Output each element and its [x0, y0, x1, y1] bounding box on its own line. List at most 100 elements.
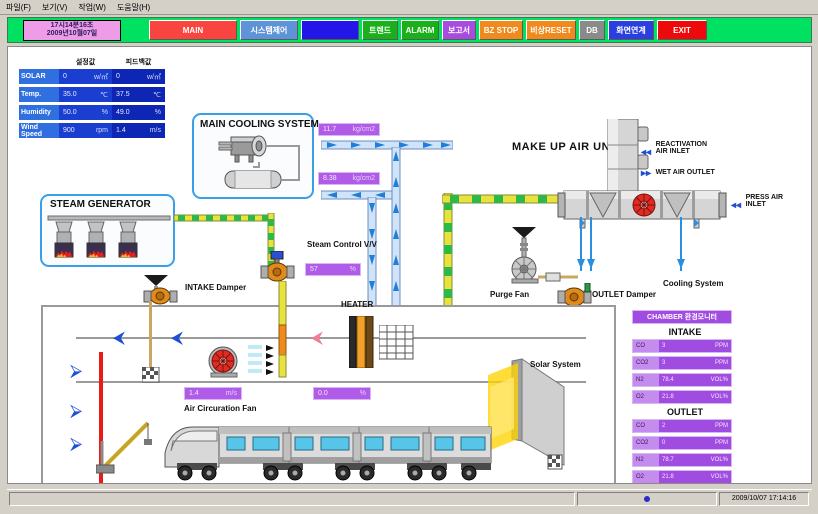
cooling-pressure-low-box[interactable]: 8.38 kg/cm2 [318, 172, 380, 185]
cooling-downcomer-b [367, 197, 377, 307]
list-item[interactable]: O2 21.8 VOL% [632, 470, 732, 483]
chevron-right-icon: ▸▸ [641, 168, 652, 179]
value: 78.4 [662, 377, 674, 383]
solar-system-label: Solar System [530, 360, 581, 369]
gas-name: N2 [636, 377, 644, 383]
air-circulation-fan-box[interactable]: 1.4 m/s [184, 387, 242, 400]
steam-generator-graphic [47, 215, 171, 258]
chevron-left-icon: ◂◂ [641, 147, 652, 158]
sensor-col-name [19, 57, 59, 67]
toolbar-button-system-ctrl[interactable]: 시스템제어 [240, 20, 298, 40]
steam-injector-pipe [278, 281, 287, 378]
toolbar-button-bz-stop[interactable]: BZ STOP [479, 20, 523, 40]
gas-reading: 21.8 VOL% [659, 471, 731, 483]
steam-pipe-horizontal [174, 214, 274, 222]
toolbar-button-db[interactable]: DB [579, 20, 605, 40]
steam-control-valve-icon[interactable] [259, 251, 299, 285]
cooling-downcomer-a [391, 147, 401, 307]
value: 0.0 [318, 390, 328, 397]
sensor-table-header: 설정값 피드백값 [19, 57, 165, 67]
sensor-set-temp[interactable]: 35.0 ℃ [59, 87, 112, 102]
list-item[interactable]: N2 78.4 VOL% [632, 373, 732, 387]
chamber-section-outlet-title: OUTLET [667, 407, 703, 417]
sensor-label-solar: SOLAR [19, 69, 59, 84]
chevron-left-icon: ◂◂ [731, 200, 742, 211]
cooling-system-label: Cooling System [663, 279, 724, 288]
purge-fan-label: Purge Fan [490, 290, 530, 299]
sensor-set-solar[interactable]: 0 w/㎡ [59, 69, 112, 84]
gas-reading: 0 PPM [659, 437, 731, 449]
sensor-fb-temp: 37.5 ℃ [112, 87, 165, 102]
list-item[interactable]: CO2 3 PPM [632, 356, 732, 370]
wet-air-outlet-row: ▸▸ WET AIR OUTLET [641, 168, 715, 179]
cooling-pressure-high-box[interactable]: 11.7 kg/cm2 [318, 123, 380, 136]
table-row: Wind Speed 900 rpm 1.4 m/s [19, 123, 165, 138]
sensor-set-humidity[interactable]: 50.0 % [59, 105, 112, 120]
air-circulation-fan-icon[interactable] [203, 343, 245, 379]
status-timestamp: 2009/10/07 17:14:16 [719, 491, 809, 506]
list-item[interactable]: N2 78.7 VOL% [632, 453, 732, 467]
unit: PPM [714, 360, 728, 366]
press-air-inlet-label: PRESS AIR INLET [745, 194, 784, 208]
toolbar-button-exit[interactable]: EXIT [657, 20, 707, 40]
gas-reading: 2 PPM [659, 420, 731, 432]
toolbar-button-report[interactable]: 보고서 [442, 20, 476, 40]
value: 35.0 [63, 91, 77, 98]
heater-output-box[interactable]: 0.0 % [313, 387, 371, 400]
unit: rpm [95, 127, 108, 134]
inlet-arrow-3: ⮚ [70, 434, 83, 453]
toolbar-button-trend[interactable]: 트렌드 [362, 20, 398, 40]
intake-damper-icon[interactable] [138, 275, 184, 305]
unit: w/㎡ [94, 73, 108, 81]
sensor-label-humidity: Humidity [19, 105, 59, 120]
menu-item-file[interactable]: 파일(F) [6, 2, 31, 13]
unit: ℃ [100, 91, 108, 99]
gas-name: CO2 [636, 440, 649, 446]
gas-name: O2 [636, 474, 645, 480]
steam-control-vv-box[interactable]: 57 % [305, 263, 361, 276]
list-item[interactable]: CO2 0 PPM [632, 436, 732, 450]
outlet-damper-label: OUTLET Damper [592, 290, 657, 299]
flow-arrow-left-duct-2: ⮜ [171, 328, 184, 347]
sensor-set-wind-speed[interactable]: 900 rpm [59, 123, 112, 138]
toolbar-button-emerg-reset[interactable]: 비상RESET [526, 20, 576, 40]
wet-air-outlet-label: WET AIR OUTLET [655, 169, 715, 176]
cooling-system-lines [577, 217, 685, 271]
flow-arrow-left-duct: ⮜ [113, 328, 126, 347]
train-graphic [164, 426, 492, 481]
unit: VOL% [710, 474, 728, 480]
status-left-cell [9, 491, 575, 506]
value: 3 [662, 360, 666, 366]
sensor-label-wind-speed: Wind Speed [19, 123, 59, 138]
unit: VOL% [710, 377, 728, 383]
reactivation-air-inlet-label: REACTIVATION AIR INLET [655, 141, 708, 155]
unit: ℃ [153, 91, 161, 99]
heater-element-icon [349, 316, 374, 368]
gantry-crane-graphic [96, 421, 152, 474]
menu-bar: 파일(F) 보기(V) 작업(W) 도움말(H) [0, 0, 818, 15]
clock-display: 17시14분16초 2009년10월07일 [23, 19, 121, 41]
gas-reading: 3 PPM [659, 340, 731, 352]
clock-date: 2009년10월07일 [46, 30, 98, 37]
clock-time: 17시14분16초 [50, 22, 94, 29]
sensor-col-fb: 피드백값 [125, 59, 152, 66]
inlet-arrow-2: ⮚ [70, 401, 83, 420]
toolbar-button-alarm[interactable]: ALARM [401, 20, 439, 40]
list-item[interactable]: CO 2 PPM [632, 419, 732, 433]
table-row: Humidity 50.0 % 49.0 % [19, 105, 165, 120]
reactivation-air-inlet-row: ◂◂ REACTIVATION AIR INLET [641, 141, 718, 158]
toolbar-button-main[interactable]: MAIN [149, 20, 237, 40]
status-indicator-cell [577, 491, 717, 506]
sensor-col-set: 설정값 [75, 59, 96, 66]
sensor-setpoint-table: 설정값 피드백값 SOLAR 0 w/㎡ 0 w/㎡ Temp. 35.0 ℃ … [19, 57, 165, 141]
list-item[interactable]: CO 3 PPM [632, 339, 732, 353]
toolbar-button-screen-link[interactable]: 화면연계 [608, 20, 654, 40]
menu-item-work[interactable]: 작업(W) [78, 2, 106, 13]
unit: % [101, 109, 108, 116]
list-item[interactable]: O2 21.8 VOL% [632, 390, 732, 404]
value: 3 [662, 343, 666, 349]
menu-item-help[interactable]: 도움말(H) [117, 2, 150, 13]
menu-item-view[interactable]: 보기(V) [42, 2, 67, 13]
value: 0 [63, 73, 67, 80]
toolbar-button-blank[interactable] [301, 20, 359, 40]
